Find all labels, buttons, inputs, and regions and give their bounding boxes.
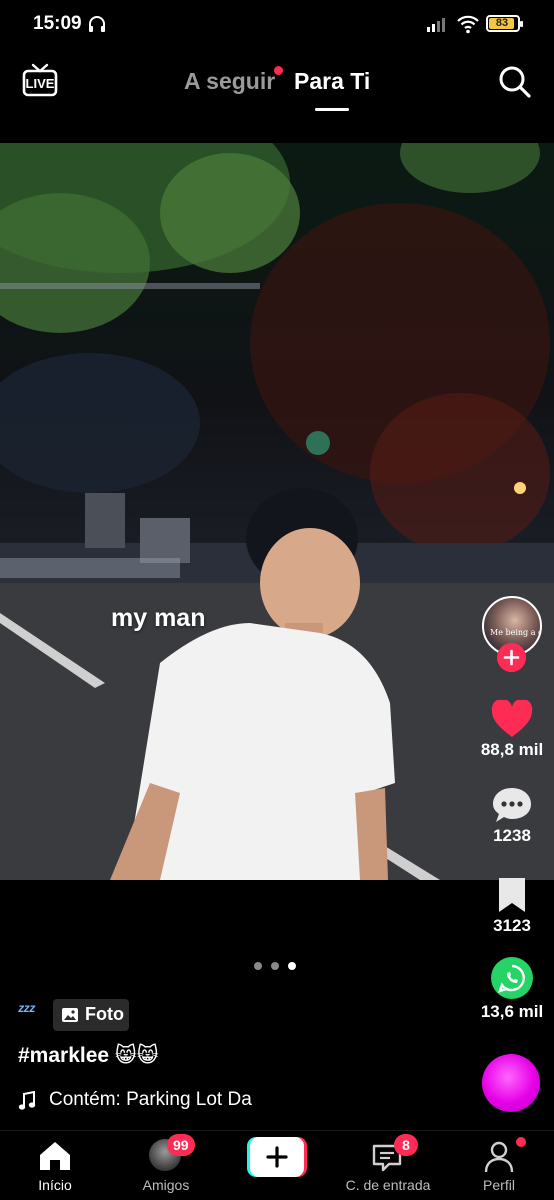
nav-friends[interactable]: 99 Amigos: [130, 1131, 202, 1200]
active-tab-indicator: [315, 108, 349, 111]
like-button[interactable]: 88,8 mil: [474, 700, 550, 760]
like-count: 88,8 mil: [480, 740, 544, 759]
music-note-icon: [18, 1091, 36, 1110]
whatsapp-icon: [491, 957, 533, 999]
photo-type-badge: Foto: [53, 999, 129, 1031]
music-disc[interactable]: [482, 1054, 540, 1112]
profile-notification-dot: [516, 1137, 526, 1147]
overlay-caption: my man: [111, 604, 206, 632]
tab-following[interactable]: A seguir: [184, 68, 275, 95]
sleep-emoji: ᶻᶻᶻ: [18, 1001, 35, 1020]
signal-icon: [427, 18, 445, 32]
carousel-dot: [271, 962, 279, 970]
carousel-dot-active: [288, 962, 296, 970]
comment-icon: [493, 788, 531, 822]
nav-inbox-label: C. de entrada: [345, 1177, 431, 1193]
nav-home[interactable]: Início: [22, 1131, 88, 1200]
save-count: 3123: [493, 916, 531, 935]
battery-level: 83: [495, 17, 509, 29]
share-button[interactable]: 13,6 mil: [474, 956, 550, 1022]
home-icon: [40, 1142, 70, 1170]
follow-button[interactable]: [497, 643, 526, 672]
tab-for-you[interactable]: Para Ti: [294, 68, 370, 95]
inbox-badge: 8: [394, 1134, 418, 1156]
notification-dot: [274, 66, 283, 75]
nav-friends-label: Amigos: [142, 1177, 190, 1193]
profile-icon: [484, 1141, 514, 1173]
carousel-dot: [254, 962, 262, 970]
friends-badge: 99: [167, 1134, 195, 1156]
battery-indicator: 83: [486, 15, 523, 32]
headphone-icon: [89, 16, 105, 32]
post-photo[interactable]: my man: [0, 143, 554, 880]
nav-profile[interactable]: Perfil: [472, 1131, 526, 1200]
nav-profile-label: Perfil: [483, 1177, 515, 1193]
heart-icon: [491, 700, 533, 737]
photo-scene: [0, 143, 554, 880]
comment-count: 1238: [493, 826, 531, 845]
battery-tip: [520, 21, 523, 27]
status-time: 15:09: [33, 13, 82, 34]
status-bar: 15:09 83: [0, 0, 554, 50]
create-button[interactable]: [247, 1137, 307, 1177]
nav-inbox[interactable]: 8 C. de entrada: [338, 1131, 438, 1200]
post-caption[interactable]: #marklee 😸😸: [18, 1043, 159, 1068]
share-count: 13,6 mil: [480, 1002, 544, 1021]
avatar-text: Me being a girl: [490, 628, 540, 637]
photo-badge-label: Foto: [85, 1004, 124, 1024]
save-button[interactable]: 3123: [474, 876, 550, 936]
bookmark-icon: [499, 878, 525, 912]
music-title: Contém: Parking Lot Da: [49, 1089, 252, 1110]
music-info[interactable]: Contém: Parking Lot Da: [18, 1088, 274, 1116]
carousel-dots: [254, 962, 304, 972]
comment-button[interactable]: 1238: [474, 786, 550, 846]
nav-home-label: Início: [38, 1177, 72, 1193]
wifi-icon: [457, 15, 479, 34]
feed-tabs: A seguir Para Ti: [0, 64, 554, 114]
search-icon[interactable]: [496, 63, 532, 99]
image-icon: [62, 1008, 78, 1022]
